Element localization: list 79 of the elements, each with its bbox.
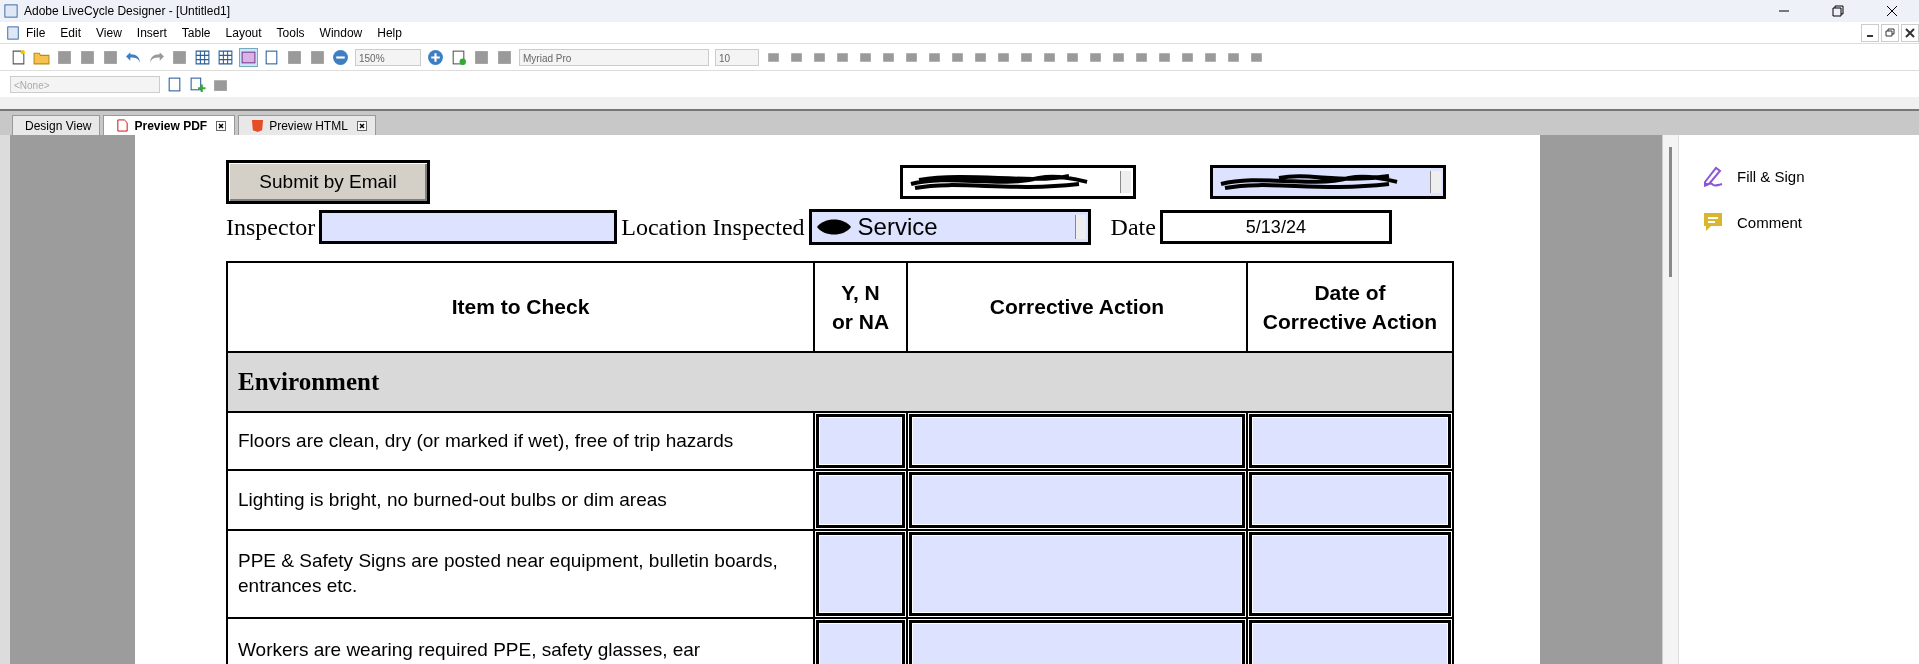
tool-icon[interactable] [171, 48, 188, 66]
tool-icon[interactable] [286, 48, 303, 66]
input-field[interactable] [909, 532, 1245, 616]
tab-label: Preview PDF [134, 118, 208, 133]
submit-by-email-button[interactable]: Submit by Email [226, 160, 430, 204]
tool-icon[interactable] [309, 48, 326, 66]
input-field[interactable] [909, 620, 1245, 664]
table-cell: PPE & Safety Signs are posted near equipment, bulletin boards, entrances etc. [227, 530, 814, 618]
menu-item[interactable]: Layout [225, 25, 262, 40]
scrollbar-thumb[interactable] [1669, 147, 1672, 277]
tab[interactable]: Preview HTML [238, 115, 376, 135]
tool-icon[interactable] [79, 48, 96, 66]
location-label: Location Inspected [621, 213, 805, 241]
pen-icon [1701, 164, 1725, 188]
window-title: Adobe LiveCycle Designer - [Untitled1] [24, 4, 231, 18]
font-dropdown[interactable]: Myriad Pro [519, 48, 709, 66]
tab[interactable]: Design View [12, 115, 101, 135]
minimize-icon[interactable] [1861, 23, 1879, 42]
input-field[interactable] [816, 472, 905, 528]
input-field[interactable] [816, 414, 905, 468]
frame-icon[interactable] [240, 48, 257, 66]
close-icon[interactable] [356, 120, 367, 131]
input-field[interactable] [909, 414, 1245, 468]
input-field[interactable] [816, 532, 905, 616]
column-header: Item to Check [227, 262, 814, 352]
input-field[interactable] [1249, 620, 1451, 664]
date-label: Date [1110, 213, 1156, 241]
location-value: Service [857, 213, 938, 241]
table-cell: Workers are wearing required PPE, safety glasses, ear [227, 618, 814, 664]
tab[interactable]: Preview PDF [103, 115, 236, 135]
input-field[interactable] [816, 620, 905, 664]
input-field[interactable] [1249, 532, 1451, 616]
zoom-in-icon[interactable] [427, 48, 444, 66]
tool-icon[interactable] [102, 48, 119, 66]
inspector-field[interactable] [319, 210, 618, 244]
html-icon [251, 119, 265, 132]
menu-item[interactable]: File [26, 25, 46, 40]
page-icon[interactable] [263, 48, 280, 66]
menu-item[interactable]: View [96, 25, 122, 40]
section-header: Environment [227, 352, 1453, 412]
zoom-dropdown[interactable]: 150% [355, 48, 421, 66]
restore-icon[interactable] [1832, 5, 1844, 17]
tool-icon[interactable] [473, 48, 490, 66]
comment-icon [1701, 210, 1725, 234]
close-icon[interactable] [1886, 5, 1898, 17]
input-field[interactable] [1249, 414, 1451, 468]
input-field[interactable] [1249, 472, 1451, 528]
app-logo-icon [4, 4, 18, 18]
grid-icon[interactable] [217, 48, 234, 66]
menu-item[interactable]: Edit [60, 25, 82, 40]
zoom-out-icon[interactable] [332, 48, 349, 66]
close-icon[interactable] [216, 120, 227, 131]
dropdown-field[interactable] [1210, 165, 1446, 199]
menu-item[interactable]: Insert [136, 25, 167, 40]
dropdown-field[interactable] [900, 165, 1136, 199]
menu-item[interactable]: Window [319, 25, 363, 40]
grid-icon[interactable] [194, 48, 211, 66]
tool-icon[interactable] [166, 75, 183, 93]
pdf-icon [116, 119, 130, 132]
menu-item[interactable]: Tools [276, 25, 305, 40]
tool-icon[interactable] [450, 48, 467, 66]
add-icon[interactable] [189, 75, 206, 93]
location-dropdown[interactable]: Service [808, 209, 1091, 245]
panel-item[interactable]: Fill & Sign [1701, 153, 1919, 199]
panel-item[interactable]: Comment [1701, 199, 1919, 245]
tab-label: Preview HTML [269, 118, 348, 133]
table-cell: Floors are clean, dry (or marked if wet), free of trip hazards [227, 412, 814, 470]
tab-label: Design View [25, 118, 92, 133]
new-document-icon[interactable] [10, 48, 27, 66]
tool-icon[interactable] [496, 48, 513, 66]
document-icon[interactable] [6, 25, 20, 40]
inspector-label: Inspector [226, 213, 316, 241]
date-field[interactable]: 5/13/24 [1159, 210, 1392, 244]
font-size-dropdown[interactable]: 10 [715, 48, 759, 66]
menu-item[interactable]: Help [377, 25, 402, 40]
table-cell: Lighting is bright, no burned-out bulbs or dim areas [227, 470, 814, 530]
menu-item[interactable]: Table [181, 25, 211, 40]
tool-icon[interactable] [56, 48, 73, 66]
input-field[interactable] [909, 472, 1245, 528]
